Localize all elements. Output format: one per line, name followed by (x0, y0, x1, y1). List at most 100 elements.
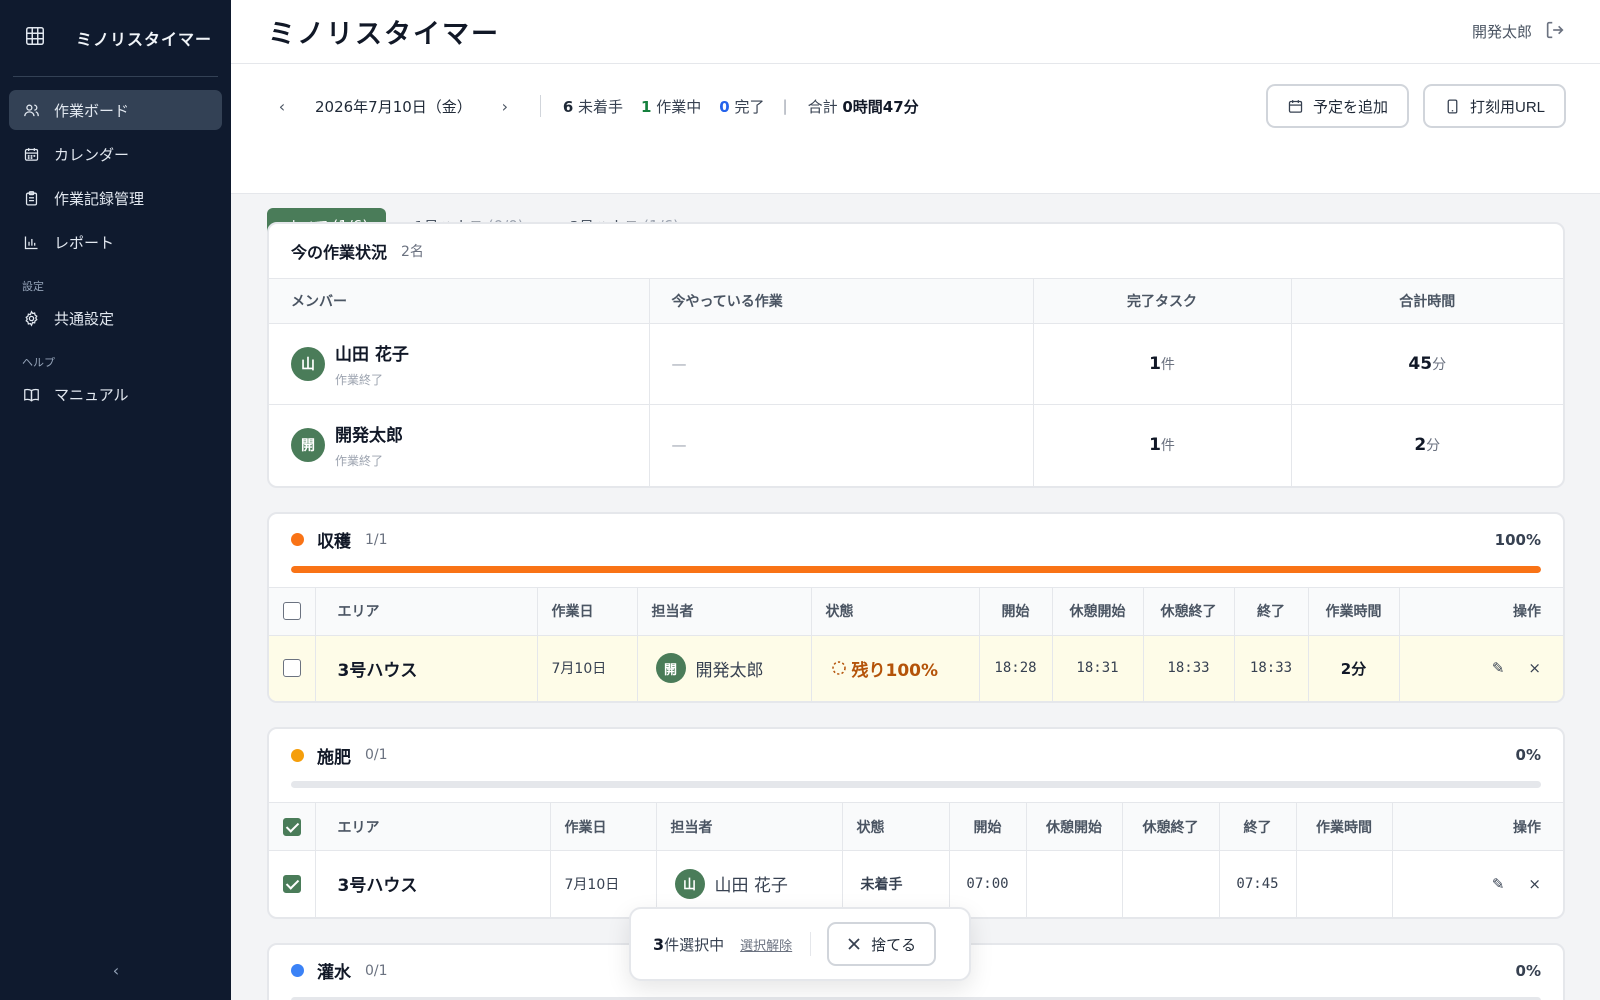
add-schedule-button[interactable]: 予定を追加 (1265, 84, 1409, 128)
group-color-dot (291, 964, 304, 977)
area: 3号ハウス (315, 634, 538, 701)
punch-url-button[interactable]: 打刻用URL (1422, 84, 1566, 128)
task-state: 残り100% (812, 656, 979, 681)
stat-total: 合計 0時間47分 (807, 97, 919, 116)
area: 3号ハウス (315, 850, 551, 917)
user-name[interactable]: 開発太郎 (1472, 21, 1532, 42)
divider: | (782, 97, 788, 115)
sidebar-item-label: 作業記録管理 (54, 189, 145, 208)
total-time: 45分 (1291, 323, 1563, 405)
logout-icon[interactable] (1544, 19, 1566, 45)
group-count: 0/1 (365, 962, 388, 979)
sidebar-item-report[interactable]: レポート (9, 222, 222, 262)
end-time: 07:45 (1219, 850, 1297, 917)
divider (810, 932, 812, 956)
status-header: 今の作業状況 2名 (291, 243, 424, 262)
sidebar-item-board[interactable]: 作業ボード (9, 90, 222, 130)
current-task: — (671, 355, 687, 373)
discard-button[interactable]: 捨てる (827, 922, 937, 966)
total-time: 2分 (1291, 404, 1563, 486)
duration (1296, 850, 1393, 917)
section-label-settings: 設定 (22, 280, 44, 293)
current-status-card: 今の作業状況 2名 メンバー 今やっている作業 完了タスク 合計時間 山山田 花… (267, 222, 1565, 488)
sidebar-item-label: 作業ボード (54, 101, 130, 120)
row-checkbox[interactable] (282, 659, 301, 678)
grid-icon (24, 25, 46, 51)
col-end: 終了 (1234, 586, 1309, 635)
date-row: ‹ 2026年7月10日（金） › 6 未着手 1 作業中 0 完了 | 合計 … (269, 82, 1566, 130)
select-all-checkbox[interactable] (282, 817, 301, 836)
sidebar-collapse-button[interactable]: ‹ (104, 958, 128, 982)
row-checkbox[interactable] (282, 874, 301, 893)
task-table: エリア 作業日 担当者 状態 開始 休憩開始 休憩終了 終了 作業時間 操作 3… (269, 586, 1563, 701)
group-count: 1/1 (365, 531, 388, 548)
col-end: 終了 (1219, 802, 1297, 851)
group-color-dot (291, 748, 304, 762)
col-date: 作業日 (550, 802, 657, 851)
sidebar-item-common-settings[interactable]: 共通設定 (9, 298, 222, 338)
col-done: 完了タスク (1033, 278, 1292, 324)
clipboard-icon (25, 190, 38, 206)
group-percent: 100% (1494, 530, 1541, 549)
task-group-harvest: 収穫 1/1 100% エリア 作業日 担当者 状態 開始 休憩開始 休憩終了 … (267, 511, 1565, 703)
group-percent: 0% (1515, 961, 1541, 980)
select-all-cell (269, 586, 316, 635)
sidebar-item-label: カレンダー (54, 145, 130, 164)
calendar-icon (1288, 99, 1303, 113)
col-state: 状態 (842, 802, 950, 851)
select-all-cell (269, 802, 316, 851)
prev-day-button[interactable]: ‹ (269, 93, 295, 119)
group-header[interactable]: 施肥 0/1 0% (269, 729, 1563, 781)
edit-icon[interactable]: ✎ (1492, 875, 1505, 893)
col-area: エリア (315, 802, 551, 851)
section-label-help: ヘルプ (22, 356, 55, 369)
sidebar-item-label: レポート (54, 233, 115, 252)
tablet-icon (1447, 98, 1458, 114)
delete-icon[interactable]: × (1528, 875, 1541, 893)
col-break-start: 休憩開始 (1026, 802, 1123, 851)
sidebar-item-calendar[interactable]: カレンダー (9, 134, 222, 174)
spinner-icon (831, 661, 846, 675)
done-count: 1件 (1033, 404, 1292, 486)
break-start-time (1026, 850, 1123, 917)
col-break-end: 休憩終了 (1122, 802, 1220, 851)
stat-doing: 1 作業中 (641, 97, 702, 116)
main: ミノリスタイマー 開発太郎 ‹ 2026年7月10日（金） › 6 未着手 1 … (231, 0, 1600, 1000)
sidebar-item-manual[interactable]: マニュアル (9, 374, 222, 414)
sidebar-item-label: マニュアル (54, 385, 129, 404)
selection-count: 3件選択中 (653, 934, 725, 954)
col-assignee: 担当者 (637, 586, 812, 635)
delete-icon[interactable]: × (1528, 659, 1541, 677)
sidebar-item-records[interactable]: 作業記録管理 (9, 178, 222, 218)
status-table: メンバー 今やっている作業 完了タスク 合計時間 山山田 花子 作業終了 — 1件… (269, 278, 1563, 486)
edit-icon[interactable]: ✎ (1492, 659, 1505, 677)
bar-chart-icon (24, 235, 38, 249)
close-icon (848, 938, 860, 950)
table-row[interactable]: 3号ハウス 7月10日 開開発太郎 残り100% 18:28 18:31 18:… (269, 634, 1563, 701)
break-end-time: 18:33 (1143, 634, 1235, 701)
member-state: 作業終了 (335, 373, 384, 387)
member-state: 作業終了 (335, 454, 384, 469)
progress-bar (291, 565, 1541, 573)
progress-fill (291, 565, 1541, 573)
progress-bar (291, 781, 1541, 788)
group-header[interactable]: 収穫 1/1 100% (269, 514, 1563, 566)
assignee: 山山田 花子 (657, 868, 842, 899)
next-day-button[interactable]: › (492, 93, 518, 119)
clear-selection-link[interactable]: 選択解除 (740, 935, 792, 954)
select-all-checkbox[interactable] (282, 602, 301, 620)
stat-done: 0 完了 (719, 97, 765, 116)
current-task: — (671, 436, 687, 455)
users-icon (24, 104, 39, 116)
calendar-icon (24, 147, 39, 161)
brand[interactable]: ミノリスタイマー (0, 0, 231, 76)
col-duration: 作業時間 (1308, 586, 1400, 635)
sidebar-item-label: 共通設定 (54, 309, 115, 328)
start-time: 18:28 (979, 634, 1053, 701)
brand-title: ミノリスタイマー (76, 30, 213, 49)
col-date: 作業日 (537, 586, 638, 635)
col-state: 状態 (811, 586, 980, 635)
group-name: 施肥 (317, 747, 351, 768)
col-time: 合計時間 (1291, 278, 1563, 324)
col-ops: 操作 (1399, 586, 1563, 635)
